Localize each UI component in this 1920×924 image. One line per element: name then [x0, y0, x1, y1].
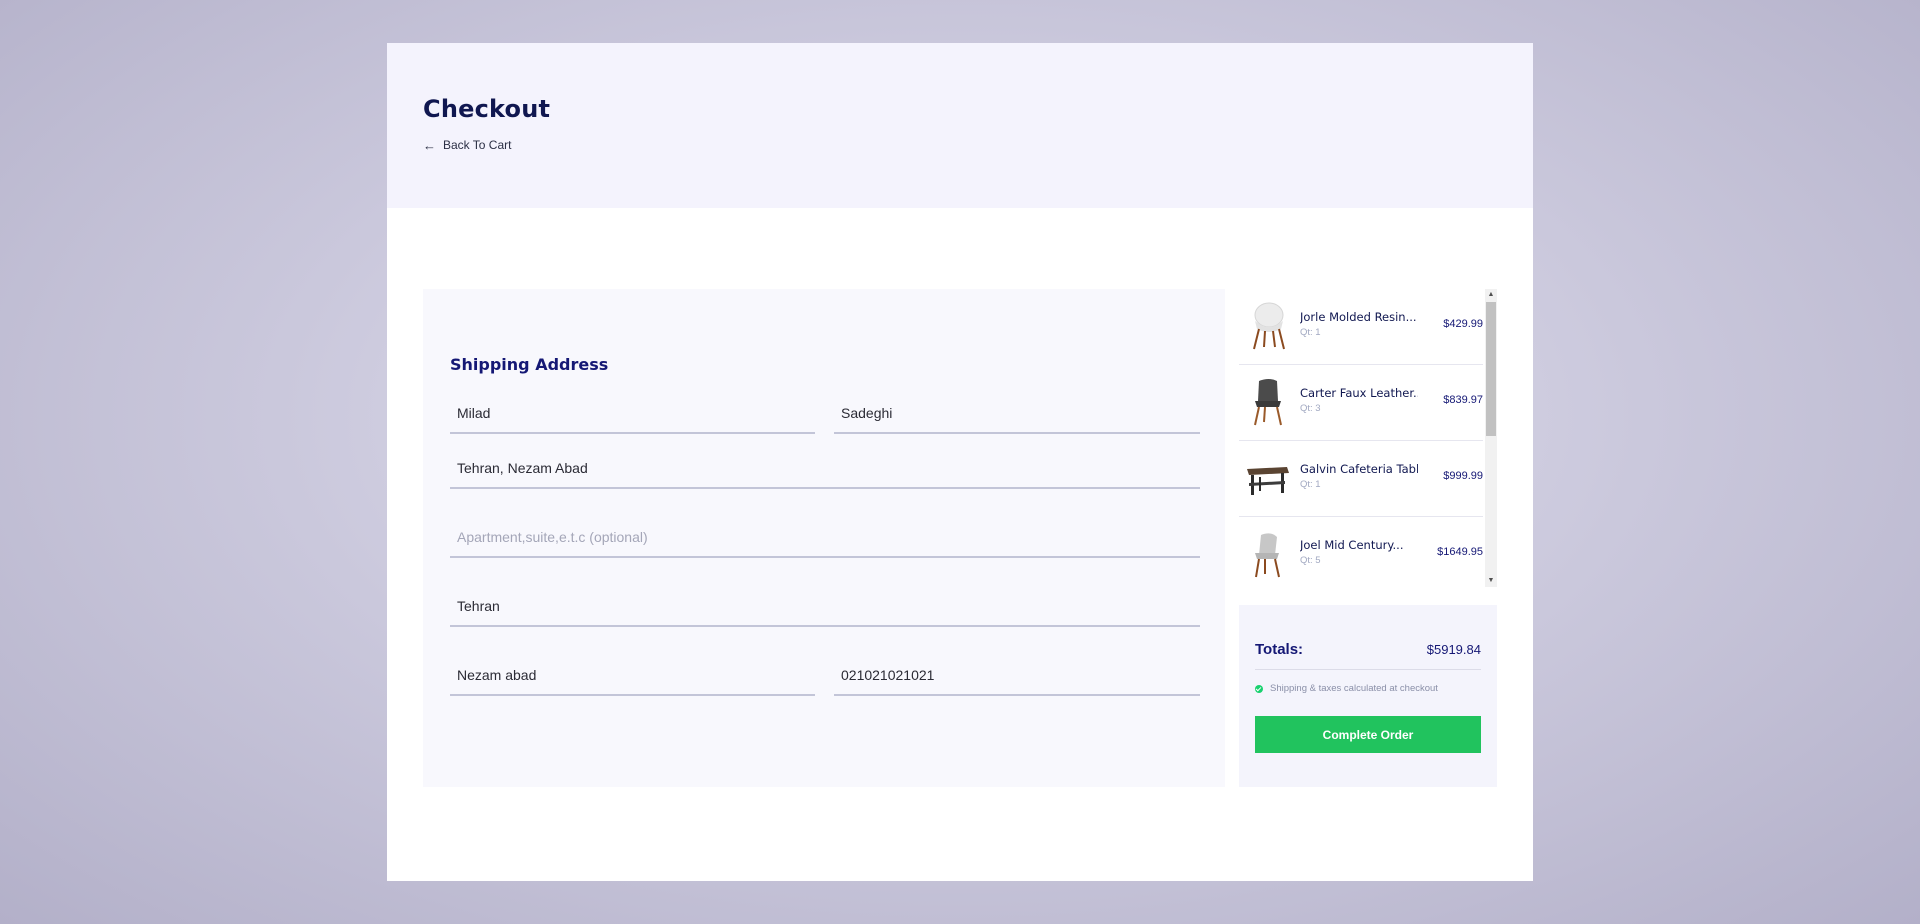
totals-panel: Totals: $5919.84 Shipping & taxes calcul… — [1239, 605, 1497, 787]
region-input[interactable] — [450, 667, 815, 683]
city-field — [450, 587, 1200, 627]
cart-item-qty: Qt: 3 — [1300, 403, 1321, 414]
shipping-address-form: Shipping Address — [423, 289, 1225, 787]
last-name-input[interactable] — [834, 405, 1200, 421]
scroll-down-icon[interactable]: ▼ — [1485, 575, 1497, 587]
cart-item-qty: Qt: 1 — [1300, 327, 1321, 338]
apartment-input[interactable] — [450, 529, 1200, 545]
back-to-cart-label: Back To Cart — [443, 138, 512, 152]
cart-scrollbar[interactable]: ▲ ▼ — [1485, 289, 1497, 587]
cart-item-price: $999.99 — [1443, 470, 1483, 482]
cart-item-name: Carter Faux Leather... — [1300, 386, 1418, 400]
arrow-left-icon: ← — [423, 137, 436, 153]
chair-grey-icon — [1255, 533, 1280, 578]
scrollbar-thumb[interactable] — [1486, 302, 1496, 436]
cart-item-name: Joel Mid Century... — [1300, 538, 1404, 552]
page-header: Checkout ← Back To Cart — [387, 43, 1533, 208]
page-title: Checkout — [423, 95, 551, 123]
cart-item-price: $1649.95 — [1437, 546, 1483, 558]
shipping-address-heading: Shipping Address — [450, 355, 609, 374]
table-icon — [1247, 467, 1289, 495]
apartment-field — [450, 518, 1200, 558]
cart-item-price: $839.97 — [1443, 394, 1483, 406]
shipping-note-text: Shipping & taxes calculated at checkout — [1270, 683, 1438, 694]
check-circle-icon — [1255, 684, 1263, 693]
checkout-page: Checkout ← Back To Cart Shipping Address — [387, 43, 1533, 881]
cart-item-price: $429.99 — [1443, 318, 1483, 330]
cart-item-qty: Qt: 1 — [1300, 479, 1321, 490]
cart-item[interactable]: Joel Mid Century... Qt: 5 $1649.95 — [1239, 517, 1483, 587]
address-field — [450, 449, 1200, 489]
region-field — [450, 656, 815, 696]
cart-item-qty: Qt: 5 — [1300, 555, 1321, 566]
complete-order-button[interactable]: Complete Order — [1255, 716, 1481, 753]
address-input[interactable] — [450, 460, 1200, 476]
cart-item[interactable]: Jorle Molded Resin... Qt: 1 $429.99 — [1239, 289, 1483, 365]
city-input[interactable] — [450, 598, 1200, 614]
chair-dark-icon — [1254, 379, 1282, 426]
scroll-up-icon[interactable]: ▲ — [1485, 289, 1497, 301]
cart-item-list[interactable]: Jorle Molded Resin... Qt: 1 $429.99 Cart… — [1239, 289, 1497, 587]
totals-label: Totals: — [1255, 641, 1304, 658]
chair-white-icon — [1253, 302, 1285, 350]
totals-row: Totals: $5919.84 — [1255, 641, 1481, 670]
first-name-input[interactable] — [450, 405, 815, 421]
cart-item-name: Jorle Molded Resin... — [1300, 310, 1417, 324]
first-name-field — [450, 394, 815, 434]
cart-item[interactable]: Galvin Cafeteria Table Qt: 1 $999.99 — [1239, 441, 1483, 517]
phone-input[interactable] — [834, 667, 1200, 683]
last-name-field — [834, 394, 1200, 434]
totals-value: $5919.84 — [1426, 642, 1481, 657]
cart-item[interactable]: Carter Faux Leather... Qt: 3 $839.97 — [1239, 365, 1483, 441]
shipping-note: Shipping & taxes calculated at checkout — [1255, 683, 1438, 694]
phone-field — [834, 656, 1200, 696]
cart-item-name: Galvin Cafeteria Table — [1300, 462, 1418, 476]
back-to-cart-link[interactable]: ← Back To Cart — [423, 138, 511, 152]
